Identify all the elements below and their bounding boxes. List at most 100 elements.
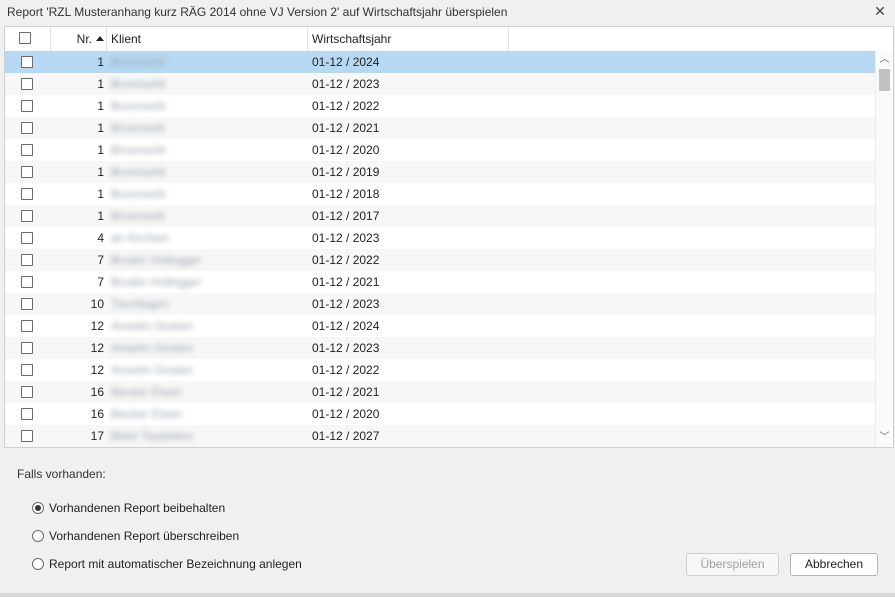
row-checkbox[interactable] xyxy=(21,100,33,112)
cell-klient-redacted: Becker Elsen xyxy=(111,407,182,421)
column-header-nr[interactable]: Nr. xyxy=(51,27,107,51)
table-row[interactable]: 1 Brunnsohl 01-12 / 2020 xyxy=(5,139,875,161)
table-row[interactable]: 1 Brunnsohl 01-12 / 2019 xyxy=(5,161,875,183)
radio-auto-name[interactable] xyxy=(32,558,44,570)
option-overwrite-existing-label: Vorhandenen Report überschreiben xyxy=(49,529,240,543)
table-row[interactable]: 1 Brunnsohl 01-12 / 2018 xyxy=(5,183,875,205)
table-row[interactable]: 7 Bruder Hollegger 01-12 / 2022 xyxy=(5,249,875,271)
column-header-klient[interactable]: Klient xyxy=(107,27,308,51)
radio-keep-existing[interactable] xyxy=(32,502,44,514)
cell-nr: 12 xyxy=(90,341,104,355)
apply-button[interactable]: Überspielen xyxy=(686,553,779,576)
cell-klient-redacted: Brunnsohl xyxy=(111,143,166,157)
cell-wirtschaftsjahr: 01-12 / 2023 xyxy=(312,231,380,245)
cell-klient-redacted: Bruder Hollegger xyxy=(111,253,202,267)
cell-klient-redacted: Tischlegen xyxy=(111,297,169,311)
cell-nr: 7 xyxy=(97,253,104,267)
cancel-button[interactable]: Abbrechen xyxy=(790,553,878,576)
grid-body: 1 Brunnsohl 01-12 / 2024 1 Brunnsohl 01-12 / … xyxy=(5,51,875,447)
row-checkbox[interactable] xyxy=(21,254,33,266)
row-checkbox[interactable] xyxy=(21,166,33,178)
scroll-down-icon[interactable]: ﹀ xyxy=(876,431,893,445)
cell-wirtschaftsjahr: 01-12 / 2021 xyxy=(312,121,380,135)
cell-nr: 1 xyxy=(97,55,104,69)
cell-wirtschaftsjahr: 01-12 / 2023 xyxy=(312,297,380,311)
cell-wirtschaftsjahr: 01-12 / 2021 xyxy=(312,385,380,399)
scroll-up-icon[interactable]: ︿ xyxy=(876,53,893,67)
cell-nr: 1 xyxy=(97,77,104,91)
cell-wirtschaftsjahr: 01-12 / 2018 xyxy=(312,187,380,201)
cell-nr: 1 xyxy=(97,99,104,113)
column-header-wirtschaftsjahr[interactable]: Wirtschaftsjahr xyxy=(308,27,509,51)
cell-klient-redacted: Brunnsohl xyxy=(111,121,166,135)
table-row[interactable]: 10 Tischlegen 01-12 / 2023 xyxy=(5,293,875,315)
cell-nr: 1 xyxy=(97,143,104,157)
cell-wirtschaftsjahr: 01-12 / 2027 xyxy=(312,429,380,443)
table-row[interactable]: 17 Bekir Taubeken 01-12 / 2027 xyxy=(5,425,875,447)
cell-klient-redacted: Becker Elsen xyxy=(111,385,182,399)
cell-nr: 17 xyxy=(90,429,104,443)
cell-klient-redacted: Brunnsohl xyxy=(111,99,166,113)
select-all-checkbox[interactable] xyxy=(19,32,31,44)
row-checkbox[interactable] xyxy=(21,298,33,310)
cell-wirtschaftsjahr: 01-12 / 2020 xyxy=(312,407,380,421)
cell-nr: 16 xyxy=(90,407,104,421)
scrollbar-thumb[interactable] xyxy=(879,69,890,91)
close-icon[interactable]: ✕ xyxy=(873,3,887,19)
row-checkbox[interactable] xyxy=(21,342,33,354)
cell-nr: 16 xyxy=(90,385,104,399)
cell-klient-redacted: Anselm Gosten xyxy=(111,363,194,377)
row-checkbox[interactable] xyxy=(21,386,33,398)
cell-nr: 4 xyxy=(97,231,104,245)
table-row[interactable]: 16 Becker Elsen 01-12 / 2021 xyxy=(5,381,875,403)
row-checkbox[interactable] xyxy=(21,188,33,200)
table-row[interactable]: 12 Anselm Gosten 01-12 / 2023 xyxy=(5,337,875,359)
row-checkbox[interactable] xyxy=(21,232,33,244)
cell-nr: 12 xyxy=(90,319,104,333)
row-checkbox[interactable] xyxy=(21,408,33,420)
cell-wirtschaftsjahr: 01-12 / 2022 xyxy=(312,99,380,113)
header-select-all-cell xyxy=(5,27,51,51)
cell-klient-redacted: an Kirchen xyxy=(111,231,169,245)
row-checkbox[interactable] xyxy=(21,364,33,376)
cell-wirtschaftsjahr: 01-12 / 2022 xyxy=(312,253,380,267)
row-checkbox[interactable] xyxy=(21,122,33,134)
dialog-title: Report 'RZL Musteranhang kurz RÄG 2014 o… xyxy=(7,5,508,19)
cell-wirtschaftsjahr: 01-12 / 2023 xyxy=(312,341,380,355)
row-checkbox[interactable] xyxy=(21,276,33,288)
row-checkbox[interactable] xyxy=(21,144,33,156)
row-checkbox[interactable] xyxy=(21,56,33,68)
table-row[interactable]: 1 Brunnsohl 01-12 / 2021 xyxy=(5,117,875,139)
table-row[interactable]: 1 Brunnsohl 01-12 / 2022 xyxy=(5,95,875,117)
row-checkbox[interactable] xyxy=(21,210,33,222)
cell-wirtschaftsjahr: 01-12 / 2024 xyxy=(312,319,380,333)
table-row[interactable]: 7 Bruder Hollegger 01-12 / 2021 xyxy=(5,271,875,293)
table-row[interactable]: 4 an Kirchen 01-12 / 2023 xyxy=(5,227,875,249)
cell-nr: 1 xyxy=(97,165,104,179)
radio-overwrite-existing[interactable] xyxy=(32,530,44,542)
table-row[interactable]: 16 Becker Elsen 01-12 / 2020 xyxy=(5,403,875,425)
cell-klient-redacted: Bekir Taubeken xyxy=(111,429,194,443)
table-row[interactable]: 1 Brunnsohl 01-12 / 2024 xyxy=(5,51,875,73)
cell-klient-redacted: Brunnsohl xyxy=(111,209,166,223)
cell-klient-redacted: Bruder Hollegger xyxy=(111,275,202,289)
cell-nr: 12 xyxy=(90,363,104,377)
row-checkbox[interactable] xyxy=(21,320,33,332)
table-row[interactable]: 1 Brunnsohl 01-12 / 2017 xyxy=(5,205,875,227)
table-row[interactable]: 12 Anselm Gosten 01-12 / 2024 xyxy=(5,315,875,337)
vertical-scrollbar[interactable]: ︿ ﹀ xyxy=(875,51,893,447)
table-row[interactable]: 12 Anselm Gosten 01-12 / 2022 xyxy=(5,359,875,381)
cell-wirtschaftsjahr: 01-12 / 2021 xyxy=(312,275,380,289)
column-header-klient-label: Klient xyxy=(111,32,142,46)
cell-klient-redacted: Brunnsohl xyxy=(111,55,166,69)
fiscal-year-grid: Nr. Klient Wirtschaftsjahr 1 Brunnsohl 01-… xyxy=(4,26,894,448)
row-checkbox[interactable] xyxy=(21,78,33,90)
cell-wirtschaftsjahr: 01-12 / 2017 xyxy=(312,209,380,223)
cell-nr: 7 xyxy=(97,275,104,289)
cell-wirtschaftsjahr: 01-12 / 2020 xyxy=(312,143,380,157)
cell-wirtschaftsjahr: 01-12 / 2023 xyxy=(312,77,380,91)
row-checkbox[interactable] xyxy=(21,430,33,442)
cell-klient-redacted: Brunnsohl xyxy=(111,165,166,179)
table-row[interactable]: 1 Brunnsohl 01-12 / 2023 xyxy=(5,73,875,95)
cell-wirtschaftsjahr: 01-12 / 2022 xyxy=(312,363,380,377)
